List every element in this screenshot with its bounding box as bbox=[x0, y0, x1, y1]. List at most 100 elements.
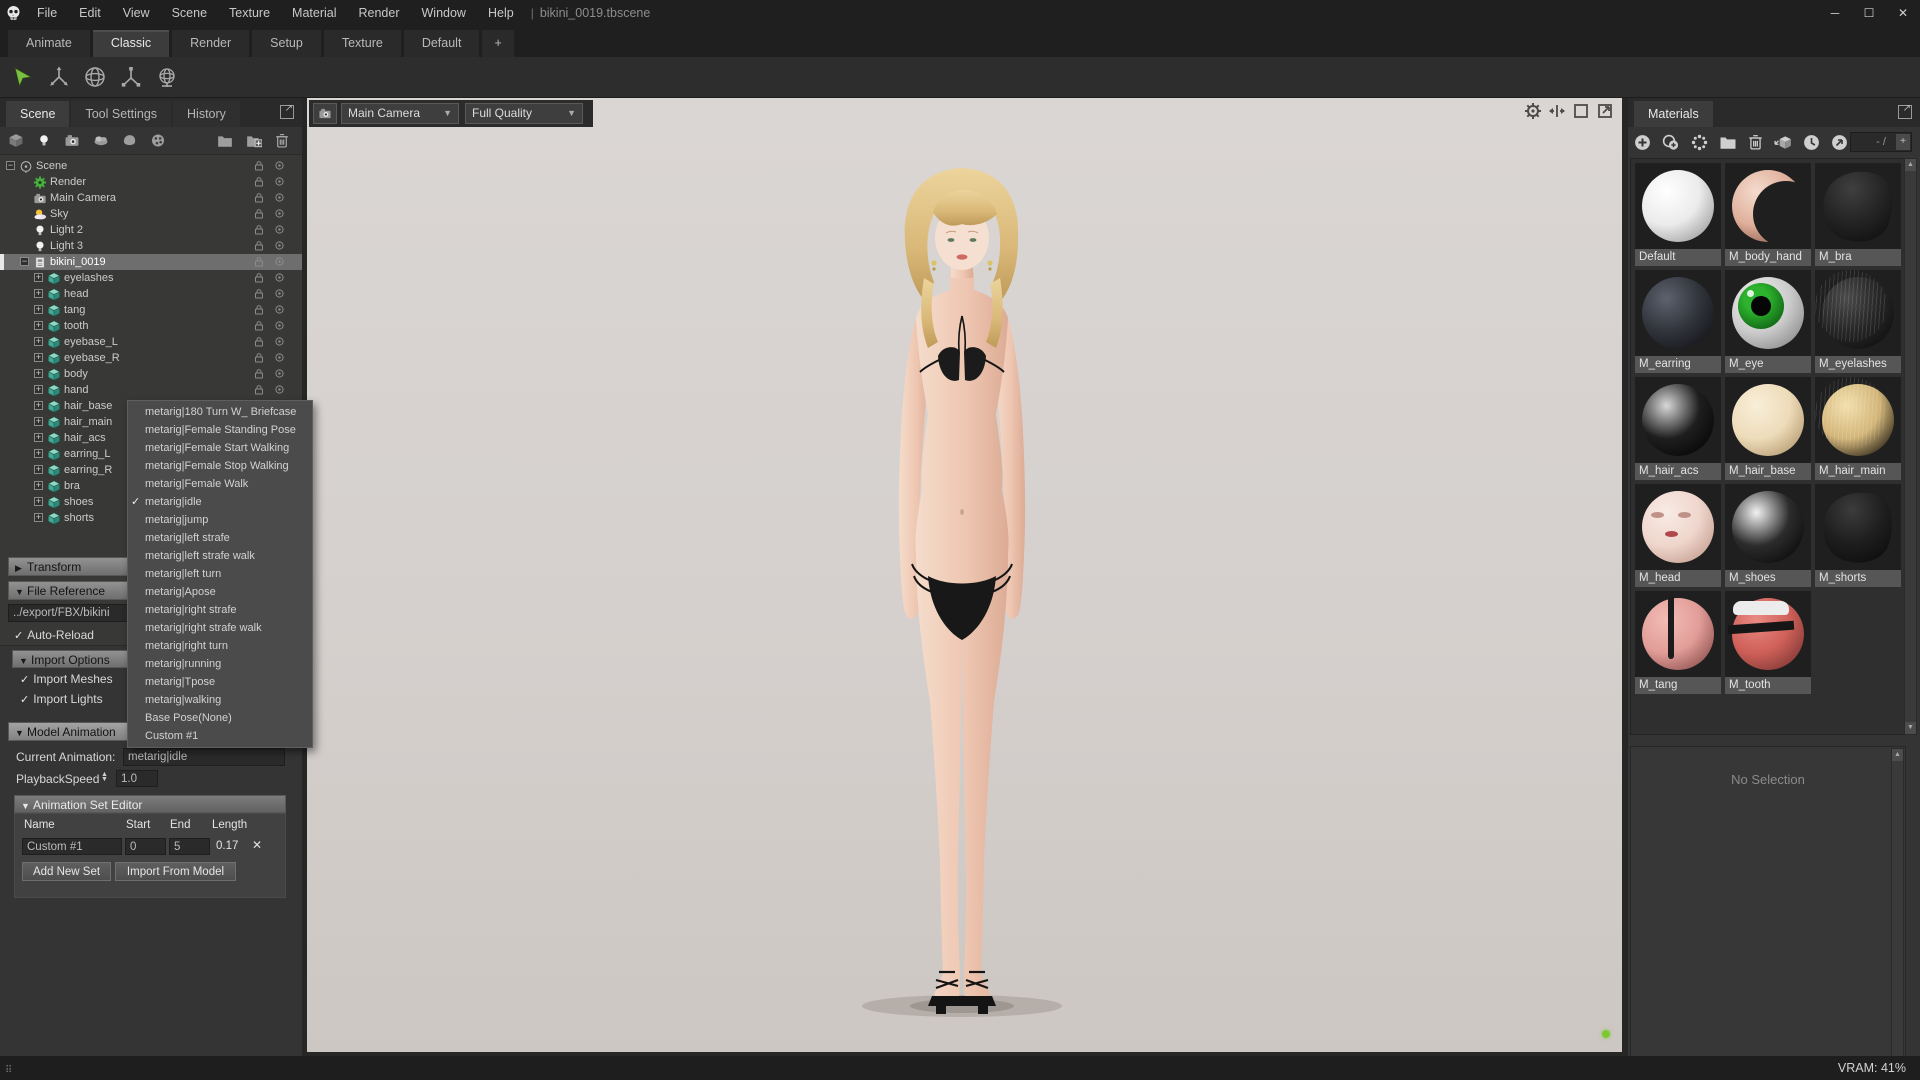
expander-icon[interactable]: + bbox=[34, 497, 43, 506]
import-lights-checkbox[interactable]: ✓ Import Lights bbox=[20, 692, 103, 706]
delete-material-icon[interactable] bbox=[1748, 134, 1763, 150]
material-library-icon[interactable] bbox=[1691, 134, 1708, 151]
dropdown-item[interactable]: metarig|Female Standing Pose bbox=[128, 421, 312, 439]
material-item-m_hair_acs[interactable]: M_hair_acs bbox=[1635, 377, 1721, 480]
tree-item-eyelashes[interactable]: + eyelashes bbox=[0, 270, 302, 286]
close-button[interactable]: ✕ bbox=[1886, 0, 1920, 26]
expander-icon[interactable]: + bbox=[34, 417, 43, 426]
tab-materials[interactable]: Materials bbox=[1634, 101, 1713, 127]
dropdown-item[interactable]: metarig|idle ✓ bbox=[128, 493, 312, 511]
expander-icon[interactable]: + bbox=[34, 481, 43, 490]
lock-icon[interactable] bbox=[254, 241, 264, 251]
workspace-tab-texture[interactable]: Texture bbox=[323, 30, 401, 57]
import-from-model-button[interactable]: Import From Model bbox=[115, 862, 236, 881]
dropdown-item[interactable]: metarig|Female Stop Walking bbox=[128, 457, 312, 475]
scroll-down-icon[interactable]: ▼ bbox=[1905, 722, 1916, 734]
add-sky-icon[interactable] bbox=[93, 133, 109, 148]
tree-item-tang[interactable]: + tang bbox=[0, 302, 302, 318]
material-item-m_earring[interactable]: M_earring bbox=[1635, 270, 1721, 373]
refresh-thumbnails-icon[interactable] bbox=[1803, 134, 1820, 151]
tree-item-body[interactable]: + body bbox=[0, 366, 302, 382]
tree-item-scene[interactable]: − Scene bbox=[0, 158, 302, 174]
material-item-default[interactable]: Default bbox=[1635, 163, 1721, 266]
expander-icon[interactable]: + bbox=[34, 289, 43, 298]
add-light-icon[interactable] bbox=[37, 133, 51, 148]
dropdown-item[interactable]: metarig|right turn bbox=[128, 637, 312, 655]
lock-icon[interactable] bbox=[254, 177, 264, 187]
rotate-tool-button[interactable] bbox=[80, 62, 110, 92]
lock-icon[interactable] bbox=[254, 161, 264, 171]
dropdown-item[interactable]: metarig|left strafe bbox=[128, 529, 312, 547]
camera-icon-button[interactable] bbox=[313, 103, 337, 124]
quality-select[interactable]: Full Quality ▼ bbox=[465, 103, 583, 124]
anim-set-name-field[interactable]: Custom #1 bbox=[22, 838, 122, 855]
dropdown-item[interactable]: metarig|right strafe bbox=[128, 601, 312, 619]
lock-icon[interactable] bbox=[254, 273, 264, 283]
lock-icon[interactable] bbox=[254, 193, 264, 203]
counter-plus-button[interactable]: + bbox=[1896, 134, 1910, 150]
lock-icon[interactable] bbox=[254, 353, 264, 363]
lock-icon[interactable] bbox=[254, 289, 264, 299]
add-mesh-icon[interactable] bbox=[122, 133, 137, 148]
apply-to-selection-icon[interactable] bbox=[1774, 134, 1792, 151]
camera-select[interactable]: Main Camera ▼ bbox=[341, 103, 459, 124]
material-folder-icon[interactable] bbox=[1719, 135, 1737, 150]
select-tool-button[interactable] bbox=[8, 62, 38, 92]
visibility-icon[interactable] bbox=[275, 257, 284, 266]
anim-set-end-field[interactable]: 5 bbox=[169, 838, 210, 855]
scroll-up-icon[interactable]: ▲ bbox=[1892, 749, 1903, 761]
universal-tool-button[interactable] bbox=[152, 62, 182, 92]
add-folder-icon[interactable] bbox=[246, 134, 262, 148]
expander-icon[interactable]: + bbox=[34, 513, 43, 522]
workspace-tab-render[interactable]: Render bbox=[172, 30, 250, 57]
visibility-icon[interactable] bbox=[275, 241, 284, 250]
tab-tool-settings[interactable]: Tool Settings bbox=[71, 101, 172, 127]
material-item-m_tooth[interactable]: M_tooth bbox=[1725, 591, 1811, 694]
expander-icon[interactable]: + bbox=[34, 321, 43, 330]
tab-history[interactable]: History bbox=[173, 101, 240, 127]
workspace-tab-setup[interactable]: Setup bbox=[252, 30, 321, 57]
workspace-tab-default[interactable]: Default bbox=[403, 30, 480, 57]
tab-scene[interactable]: Scene bbox=[6, 101, 70, 127]
materials-scrollbar[interactable]: ▲ ▼ bbox=[1904, 158, 1917, 735]
inspector-scrollbar[interactable]: ▲ ▼ bbox=[1891, 748, 1904, 1080]
dropdown-item[interactable]: metarig|180 Turn W_ Briefcase bbox=[128, 403, 312, 421]
visibility-icon[interactable] bbox=[275, 385, 284, 394]
lock-icon[interactable] bbox=[254, 209, 264, 219]
expander-icon[interactable]: + bbox=[34, 273, 43, 282]
dropdown-item[interactable]: metarig|left turn bbox=[128, 565, 312, 583]
visibility-icon[interactable] bbox=[275, 161, 284, 170]
auto-reload-checkbox[interactable]: ✓ Auto-Reload bbox=[14, 628, 94, 642]
delete-set-icon[interactable]: ✕ bbox=[252, 838, 262, 852]
lock-icon[interactable] bbox=[254, 257, 264, 267]
viewport[interactable]: Main Camera ▼ Full Quality ▼ bbox=[307, 98, 1622, 1052]
maximize-viewport-icon[interactable] bbox=[1572, 102, 1590, 120]
lock-icon[interactable] bbox=[254, 305, 264, 315]
menu-material[interactable]: Material bbox=[281, 0, 347, 26]
add-camera-icon[interactable] bbox=[64, 133, 80, 148]
dropdown-item[interactable]: Base Pose(None) bbox=[128, 709, 312, 727]
dropdown-item[interactable]: metarig|Female Walk bbox=[128, 475, 312, 493]
material-item-m_hair_main[interactable]: M_hair_main bbox=[1815, 377, 1901, 480]
tree-item-eyebase_r[interactable]: + eyebase_R bbox=[0, 350, 302, 366]
popout-viewport-icon[interactable] bbox=[1596, 102, 1614, 120]
animation-set-editor-header[interactable]: ▼ Animation Set Editor bbox=[14, 795, 286, 813]
expander-icon[interactable]: − bbox=[6, 161, 15, 170]
visibility-icon[interactable] bbox=[275, 273, 284, 282]
lock-icon[interactable] bbox=[254, 337, 264, 347]
visibility-icon[interactable] bbox=[275, 177, 284, 186]
expander-icon[interactable]: + bbox=[34, 385, 43, 394]
lock-icon[interactable] bbox=[254, 225, 264, 235]
lock-icon[interactable] bbox=[254, 385, 264, 395]
new-material-icon[interactable] bbox=[1634, 134, 1651, 151]
minimize-button[interactable]: ─ bbox=[1818, 0, 1852, 26]
tree-item-tooth[interactable]: + tooth bbox=[0, 318, 302, 334]
add-new-set-button[interactable]: Add New Set bbox=[22, 862, 111, 881]
expander-icon[interactable]: + bbox=[34, 401, 43, 410]
material-link-icon[interactable] bbox=[1831, 134, 1848, 151]
dropdown-item[interactable]: metarig|Tpose bbox=[128, 673, 312, 691]
app-logo-icon[interactable] bbox=[0, 0, 26, 26]
menu-render[interactable]: Render bbox=[348, 0, 411, 26]
tree-item-render[interactable]: Render bbox=[0, 174, 302, 190]
import-meshes-checkbox[interactable]: ✓ Import Meshes bbox=[20, 672, 113, 686]
